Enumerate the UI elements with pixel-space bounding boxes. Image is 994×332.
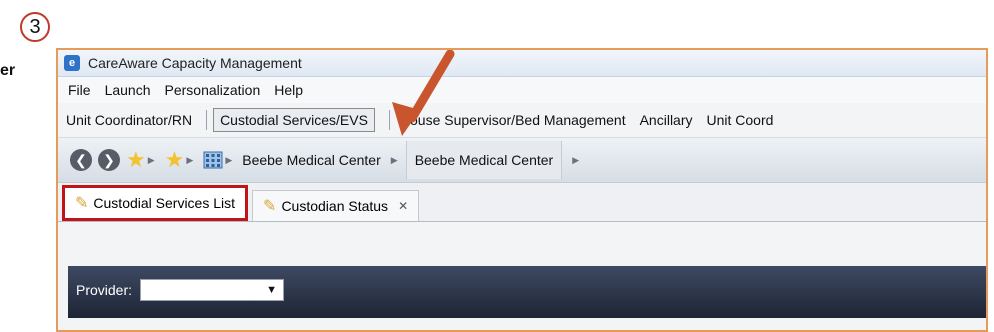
menu-file[interactable]: File — [68, 82, 91, 98]
tab-label: Custodian Status — [281, 198, 389, 214]
back-icon[interactable]: ❮ — [70, 149, 92, 171]
window-title: CareAware Capacity Management — [88, 55, 302, 71]
toolbar-separator — [206, 110, 208, 130]
app-window: e CareAware Capacity Management File Lau… — [56, 48, 988, 332]
broom-icon: ✎ — [263, 198, 277, 215]
favorites-star-icon[interactable]: ★ — [126, 149, 146, 171]
filter-bar: Provider: ▼ — [68, 266, 986, 318]
menu-bar: File Launch Personalization Help — [58, 77, 986, 103]
role-toolbar: Unit Coordinator/RN Custodial Services/E… — [58, 103, 986, 138]
role-unit-coordinator-rn[interactable]: Unit Coordinator/RN — [66, 112, 192, 128]
title-bar: e CareAware Capacity Management — [58, 50, 986, 77]
breadcrumb-separator-icon[interactable]: ▶ — [572, 155, 579, 166]
breadcrumb-separator-icon: ▶ — [390, 154, 398, 165]
dropdown-triangle-icon[interactable]: ▶ — [225, 155, 232, 166]
app-logo-icon: e — [64, 55, 80, 71]
chevron-down-icon: ▼ — [266, 284, 277, 296]
tab-label: Custodial Services List — [93, 195, 236, 211]
tab-custodian-status[interactable]: ✎ Custodian Status ✕ — [252, 190, 420, 221]
role-custodial-services-evs[interactable]: Custodial Services/EVS — [213, 108, 375, 132]
add-favorite-star-icon[interactable]: ★ — [165, 149, 185, 171]
tab-custodial-services-list[interactable]: ✎ Custodial Services List — [62, 185, 249, 221]
breadcrumb-facility[interactable]: Beebe Medical Center — [242, 152, 381, 168]
breadcrumb-facility-current[interactable]: Beebe Medical Center — [405, 141, 563, 179]
annotation-arrow-icon — [392, 50, 455, 136]
role-ancillary[interactable]: Ancillary — [640, 112, 693, 128]
navigation-bar: ❮ ❯ ★ ▶ ★ ▶ ▶ Beebe Medical Center ▶ Bee… — [58, 138, 986, 183]
step-number-badge: 3 — [20, 12, 50, 42]
tab-bar: ✎ Custodial Services List ✎ Custodian St… — [58, 183, 986, 222]
close-tab-icon[interactable]: ✕ — [398, 199, 408, 213]
menu-launch[interactable]: Launch — [105, 82, 151, 98]
building-grid-icon[interactable] — [203, 150, 223, 170]
provider-dropdown[interactable]: ▼ — [140, 279, 284, 301]
dropdown-triangle-icon[interactable]: ▶ — [148, 155, 155, 166]
broom-icon: ✎ — [75, 195, 89, 212]
role-unit-coord[interactable]: Unit Coord — [707, 112, 774, 128]
truncated-side-label: er — [0, 62, 16, 79]
provider-label: Provider: — [76, 282, 133, 298]
menu-help[interactable]: Help — [274, 82, 303, 98]
dropdown-triangle-icon[interactable]: ▶ — [186, 155, 193, 166]
forward-icon[interactable]: ❯ — [98, 149, 120, 171]
menu-personalization[interactable]: Personalization — [165, 82, 261, 98]
